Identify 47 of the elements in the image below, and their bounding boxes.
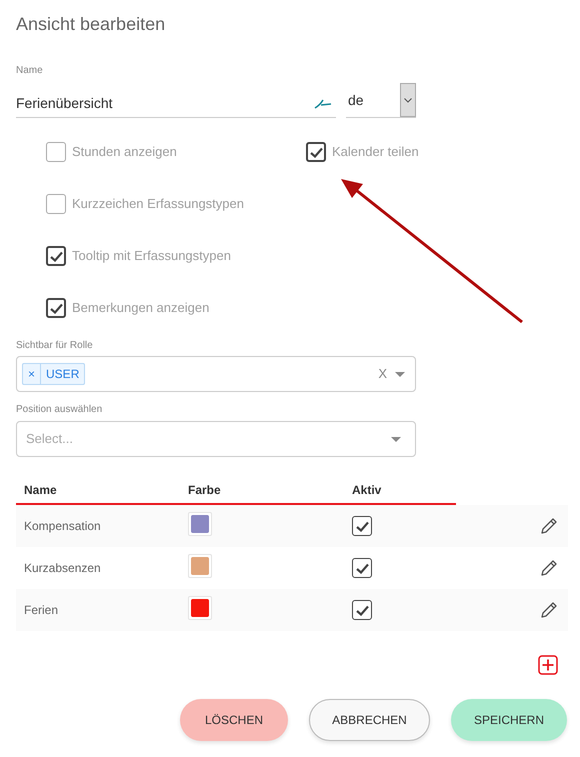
save-button[interactable]: SPEICHERN xyxy=(451,699,567,741)
dropdown-arrow-icon[interactable] xyxy=(391,436,401,442)
checkbox-label: Bemerkungen anzeigen xyxy=(72,299,210,318)
check-icon xyxy=(50,302,62,314)
checkbox[interactable] xyxy=(352,600,372,620)
name-field[interactable]: Ferienübersicht xyxy=(16,90,336,118)
checkbox[interactable] xyxy=(46,246,66,266)
language-select[interactable]: de xyxy=(346,83,416,118)
pencil-icon[interactable] xyxy=(540,517,558,535)
pencil-icon[interactable] xyxy=(540,559,558,577)
tag-label: USER xyxy=(45,366,80,383)
placeholder-text: Select... xyxy=(26,430,73,448)
role-select[interactable]: × USER X xyxy=(16,356,416,392)
check-icon xyxy=(356,604,368,616)
tag-remove-button[interactable]: × xyxy=(23,364,42,384)
clear-button[interactable]: X xyxy=(378,364,387,384)
field-value: Ferienübersicht xyxy=(16,94,112,113)
checkbox[interactable] xyxy=(352,558,372,578)
table-cell-text: Kompensation xyxy=(23,518,102,535)
check-icon xyxy=(356,520,368,532)
column-header: Name xyxy=(23,482,58,499)
check-icon xyxy=(50,250,62,262)
add-icon[interactable] xyxy=(538,655,558,675)
dropdown-arrow-icon[interactable] xyxy=(395,372,405,376)
checkbox[interactable] xyxy=(46,194,66,214)
field-label: Name xyxy=(16,65,44,77)
checkbox[interactable] xyxy=(306,142,326,162)
checkbox-label: Tooltip mit Erfassungstypen xyxy=(72,247,231,266)
checkbox[interactable] xyxy=(46,298,66,318)
checkbox[interactable] xyxy=(46,142,66,162)
pencil-icon[interactable] xyxy=(540,601,558,619)
table-cell-text: Ferien xyxy=(23,602,60,619)
checkbox-label: Kalender teilen xyxy=(332,143,419,162)
table-cell-text: Kurzabsenzen xyxy=(23,560,102,577)
field-label: Position auswählen xyxy=(16,404,104,416)
check-icon xyxy=(310,146,322,158)
column-header: Farbe xyxy=(188,482,222,499)
checkbox-label: Kurzzeichen Erfassungstypen xyxy=(72,195,244,214)
checkbox[interactable] xyxy=(352,516,372,536)
column-header: Aktiv xyxy=(352,482,382,499)
checkbox-label: Stunden anzeigen xyxy=(72,143,177,162)
check-icon xyxy=(356,562,368,574)
translate-icon[interactable] xyxy=(314,98,332,108)
dialog-title: Ansicht bearbeiten xyxy=(16,13,166,36)
delete-button[interactable]: LÖSCHEN xyxy=(180,699,288,741)
field-label: Sichtbar für Rolle xyxy=(16,340,94,352)
cancel-button[interactable]: ABBRECHEN xyxy=(309,699,430,741)
